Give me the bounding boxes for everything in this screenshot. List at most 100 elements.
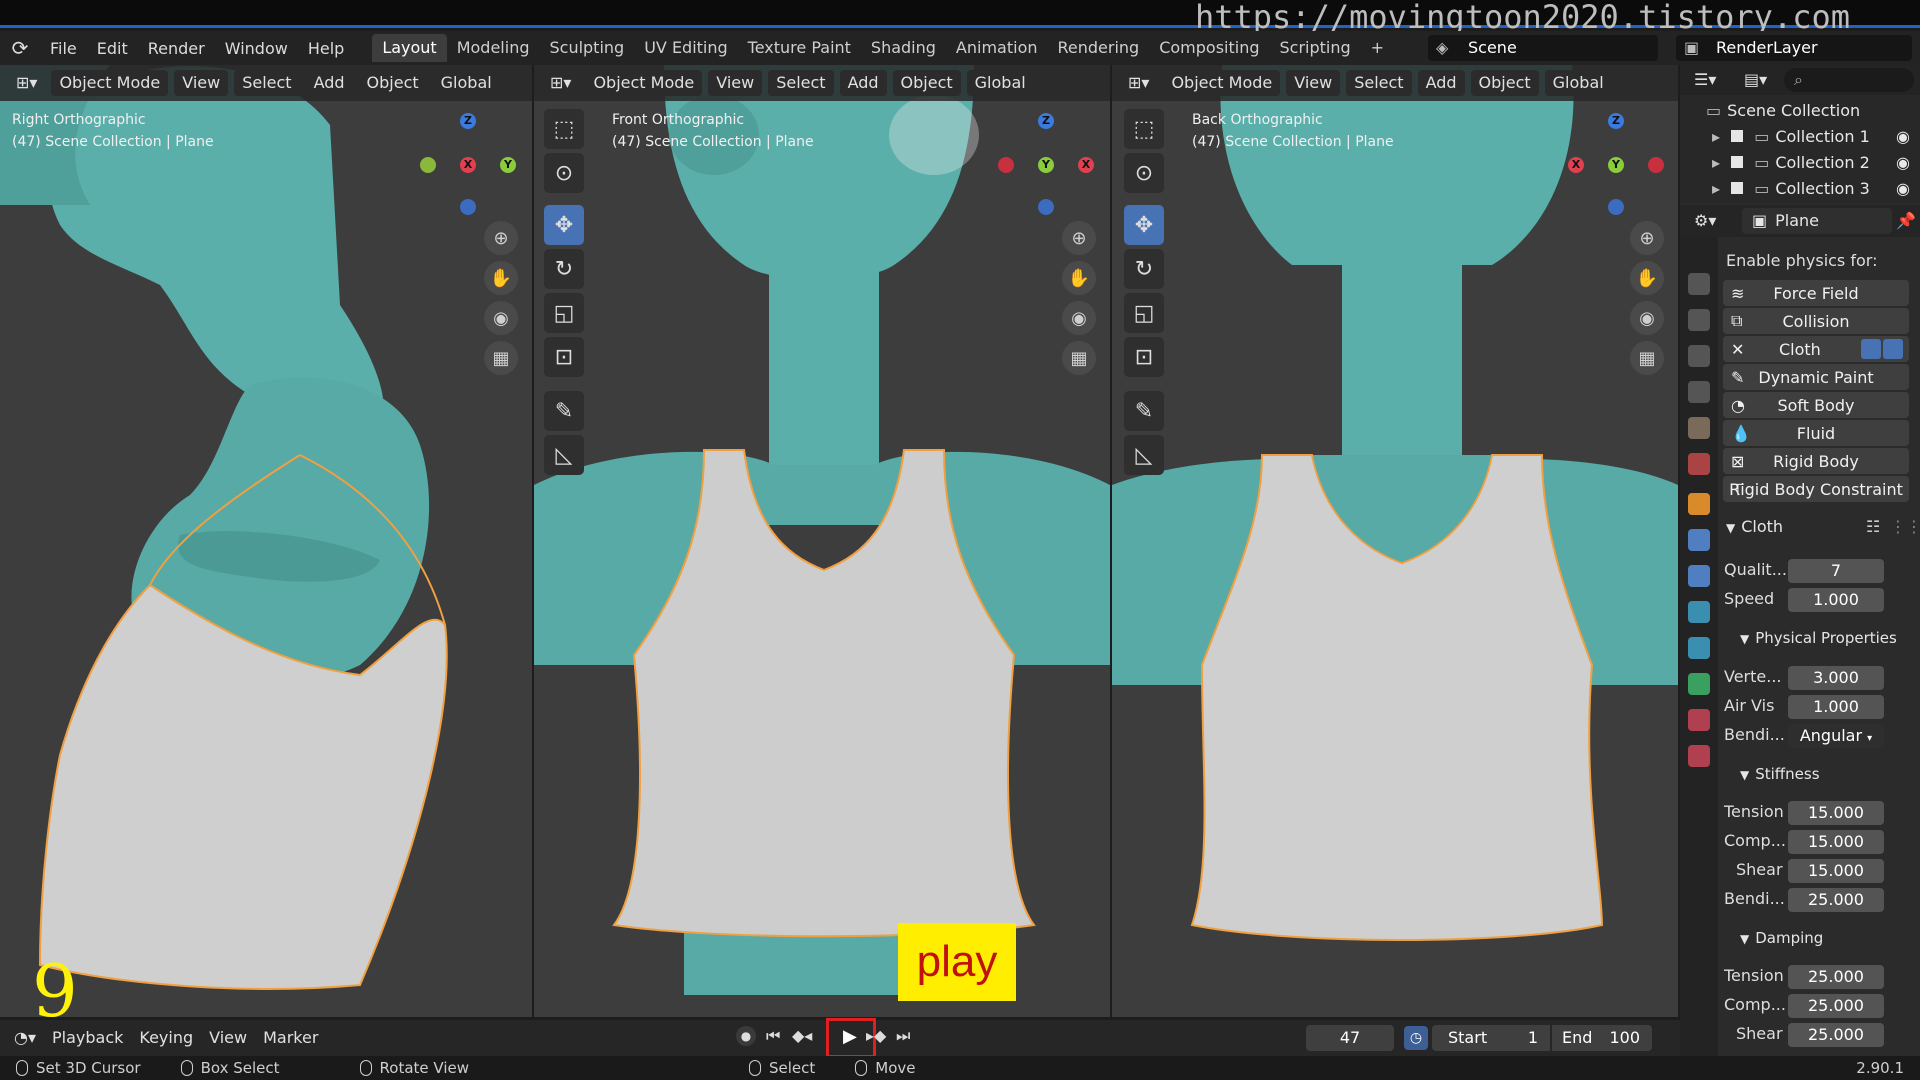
renderlayer-selector[interactable]: ▣ RenderLayer (1676, 35, 1912, 61)
current-frame-field[interactable]: 47 (1306, 1025, 1394, 1051)
marker-menu[interactable]: Marker (255, 1025, 326, 1051)
physics-tab-icon[interactable] (1688, 601, 1710, 623)
measure-tool-icon[interactable]: ◺ (544, 435, 584, 475)
viewport-right[interactable]: ⊞▾ Object Mode View Select Add Object Gl… (0, 65, 532, 1017)
expand-icon[interactable]: ▸ (1712, 127, 1720, 146)
gizmo-y-icon[interactable]: Y (1608, 157, 1624, 173)
eye-icon[interactable]: ◉ (1896, 150, 1910, 176)
drag-handle-icon[interactable]: ⋮⋮ (1890, 517, 1920, 536)
mode-dropdown[interactable]: Object Mode (1163, 70, 1281, 96)
object-tab-icon[interactable] (1688, 493, 1710, 515)
cloth-button[interactable]: ✕ Cloth (1723, 336, 1909, 362)
eye-icon[interactable]: ◉ (1896, 176, 1910, 202)
viewport-front[interactable]: ⊞▾ Object Mode View Select Add Object Gl… (534, 65, 1110, 1017)
outliner-scene-collection[interactable]: ▭ Scene Collection (1680, 98, 1920, 124)
select-box-tool-icon[interactable]: ⬚ (1124, 109, 1164, 149)
close-icon[interactable]: ✕ (1731, 340, 1744, 359)
physical-properties-header[interactable]: ▼ Physical Properties (1740, 629, 1897, 647)
speed-field[interactable]: 1.000 (1788, 588, 1884, 612)
grid-ortho-icon[interactable]: ▦ (1062, 341, 1096, 375)
damping-shear-field[interactable]: 25.000 (1788, 1023, 1884, 1047)
keying-menu[interactable]: Keying (131, 1025, 201, 1051)
outliner-collection-3[interactable]: ▸ ▭ Collection 3 ◉ (1680, 176, 1920, 202)
checkbox-icon[interactable] (1731, 156, 1744, 168)
cloth-section-header[interactable]: ▼ Cloth (1726, 517, 1783, 536)
gizmo-x-icon[interactable]: X (460, 157, 476, 173)
menu-file[interactable]: File (40, 39, 87, 58)
timeline-view-menu[interactable]: View (201, 1025, 255, 1051)
gizmo-z-icon[interactable]: Z (1608, 113, 1624, 129)
pan-hand-icon[interactable]: ✋ (1062, 261, 1096, 295)
transform-tool-icon[interactable]: ⊡ (544, 337, 584, 377)
eye-icon[interactable]: ◉ (1896, 124, 1910, 150)
add-workspace-icon[interactable]: + (1361, 34, 1394, 62)
tab-uv-editing[interactable]: UV Editing (634, 34, 737, 62)
tab-texture-paint[interactable]: Texture Paint (738, 34, 861, 62)
move-tool-icon[interactable]: ✥ (544, 205, 584, 245)
mode-dropdown[interactable]: Object Mode (585, 70, 703, 96)
blender-logo-icon[interactable]: ⟳ (0, 36, 40, 60)
gizmo-neg-y-icon[interactable] (420, 157, 436, 173)
zoom-icon[interactable]: ⊕ (484, 221, 518, 255)
outliner-collection-2[interactable]: ▸ ▭ Collection 2 ◉ (1680, 150, 1920, 176)
play-icon[interactable]: ▶ (843, 1026, 857, 1047)
tab-rendering[interactable]: Rendering (1048, 34, 1150, 62)
prev-keyframe-icon[interactable]: ◆◂ (792, 1026, 812, 1045)
vertex-mass-field[interactable]: 3.000 (1788, 666, 1884, 690)
soft-body-button[interactable]: ◔ Soft Body (1723, 392, 1909, 418)
pin-icon[interactable]: 📌 (1896, 211, 1916, 230)
measure-tool-icon[interactable]: ◺ (1124, 435, 1164, 475)
gizmo-y-icon[interactable]: Y (500, 157, 516, 173)
jump-start-icon[interactable]: ⏮ (766, 1026, 780, 1046)
next-keyframe-icon[interactable]: ▸◆ (866, 1026, 886, 1045)
view-menu[interactable]: View (174, 70, 229, 96)
particles-tab-icon[interactable] (1688, 565, 1710, 587)
gizmo-z-icon[interactable]: Z (1038, 113, 1054, 129)
list-icon[interactable]: ☷ (1866, 517, 1880, 536)
camera-icon[interactable]: ◉ (1062, 301, 1096, 335)
tab-layout[interactable]: Layout (372, 34, 447, 62)
rigid-body-button[interactable]: ⊠ Rigid Body (1723, 448, 1909, 474)
tab-sculpting[interactable]: Sculpting (539, 34, 634, 62)
jump-end-icon[interactable]: ⏭ (896, 1026, 910, 1046)
stiffness-tension-field[interactable]: 15.000 (1788, 801, 1884, 825)
pan-hand-icon[interactable]: ✋ (1630, 261, 1664, 295)
annotate-tool-icon[interactable]: ✎ (544, 391, 584, 431)
editor-type-icon[interactable]: ⊞▾ (1120, 70, 1157, 96)
gizmo-neg-x-icon[interactable] (998, 157, 1014, 173)
gizmo-x-icon[interactable]: X (1568, 157, 1584, 173)
quality-field[interactable]: 7 (1788, 559, 1884, 583)
scene-selector[interactable]: ◈ Scene (1428, 35, 1658, 61)
zoom-icon[interactable]: ⊕ (1630, 221, 1664, 255)
record-icon[interactable]: ● (736, 1026, 756, 1046)
transform-tool-icon[interactable]: ⊡ (1124, 337, 1164, 377)
zoom-icon[interactable]: ⊕ (1062, 221, 1096, 255)
scale-tool-icon[interactable]: ◱ (1124, 293, 1164, 333)
damping-tension-field[interactable]: 25.000 (1788, 965, 1884, 989)
start-frame-field[interactable]: Start 1 (1432, 1025, 1550, 1051)
object-menu[interactable]: Object (892, 70, 961, 96)
output-tab-icon[interactable] (1688, 345, 1710, 367)
annotate-tool-icon[interactable]: ✎ (1124, 391, 1164, 431)
force-field-button[interactable]: ≋ Force Field (1723, 280, 1909, 306)
stiffness-shear-field[interactable]: 15.000 (1788, 859, 1884, 883)
move-tool-icon[interactable]: ✥ (1124, 205, 1164, 245)
gizmo-neg-z-icon[interactable] (1038, 199, 1054, 215)
add-menu[interactable]: Add (839, 70, 887, 96)
air-viscosity-field[interactable]: 1.000 (1788, 695, 1884, 719)
view-menu[interactable]: View (708, 70, 763, 96)
tab-compositing[interactable]: Compositing (1149, 34, 1269, 62)
material-tab-icon[interactable] (1688, 709, 1710, 731)
grid-ortho-icon[interactable]: ▦ (1630, 341, 1664, 375)
editor-type-icon[interactable]: ⊞▾ (542, 70, 579, 96)
preview-range-icon[interactable]: ◷ (1404, 1026, 1428, 1050)
outliner-search-icon[interactable]: ⌕ (1784, 68, 1914, 92)
select-menu[interactable]: Select (1346, 70, 1412, 96)
rotate-tool-icon[interactable]: ↻ (544, 249, 584, 289)
playback-menu[interactable]: Playback (44, 1025, 131, 1051)
expand-icon[interactable]: ▸ (1712, 153, 1720, 172)
select-menu[interactable]: Select (768, 70, 834, 96)
object-name-field[interactable]: ▣ Plane (1742, 208, 1892, 234)
tool-tab-icon[interactable] (1688, 273, 1710, 295)
constraint-tab-icon[interactable] (1688, 637, 1710, 659)
